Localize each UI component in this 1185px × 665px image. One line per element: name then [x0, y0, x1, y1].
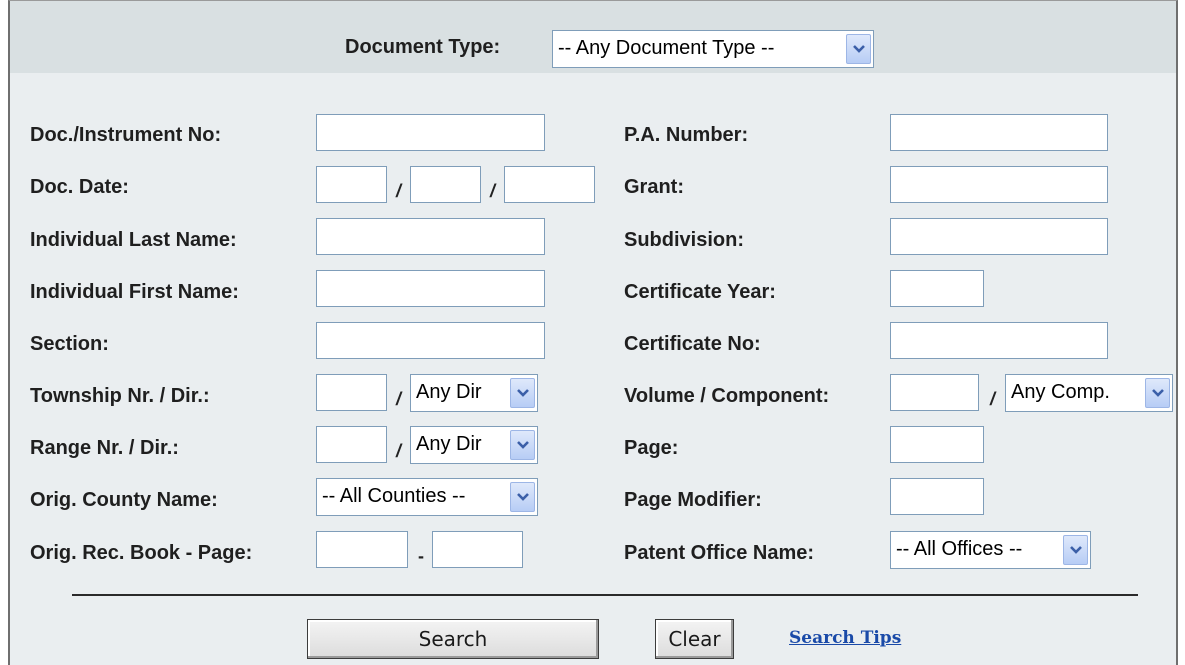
page-modifier-input[interactable]	[890, 478, 984, 515]
certificate-year-label: Certificate Year:	[624, 281, 776, 303]
first-name-label: Individual First Name:	[30, 281, 239, 303]
township-dir-value: Any Dir	[416, 381, 482, 403]
township-dir-select[interactable]: Any Dir	[410, 374, 538, 412]
volume-component-label: Volume / Component:	[624, 385, 830, 407]
county-label: Orig. County Name:	[30, 489, 218, 511]
doc-date-day-input[interactable]	[410, 166, 481, 203]
document-type-value: -- Any Document Type --	[558, 37, 775, 59]
certificate-no-label: Certificate No:	[624, 333, 761, 355]
page-input[interactable]	[890, 426, 984, 463]
subdivision-input[interactable]	[890, 218, 1108, 255]
range-number-input[interactable]	[316, 426, 387, 463]
range-label: Range Nr. / Dir.:	[30, 437, 179, 459]
chevron-down-icon[interactable]	[1145, 378, 1170, 408]
page-modifier-label: Page Modifier:	[624, 489, 762, 511]
chevron-down-icon[interactable]	[1063, 535, 1088, 565]
search-tips-link[interactable]: Search Tips	[789, 628, 901, 648]
document-type-header: Document Type: -- Any Document Type --	[10, 1, 1176, 73]
chevron-down-icon[interactable]	[510, 378, 535, 408]
rec-book-page-label: Orig. Rec. Book - Page:	[30, 542, 253, 564]
township-number-input[interactable]	[316, 374, 387, 411]
subdivision-label: Subdivision:	[624, 229, 744, 251]
search-form-panel: Document Type: -- Any Document Type -- D…	[8, 0, 1178, 665]
pa-number-input[interactable]	[890, 114, 1108, 151]
pa-number-label: P.A. Number:	[624, 124, 749, 146]
county-select[interactable]: -- All Counties --	[316, 478, 538, 516]
component-select[interactable]: Any Comp.	[1005, 374, 1173, 412]
range-dir-select[interactable]: Any Dir	[410, 426, 538, 464]
chevron-down-icon[interactable]	[510, 430, 535, 460]
patent-office-select[interactable]: -- All Offices --	[890, 531, 1091, 569]
patent-office-value: -- All Offices --	[896, 538, 1023, 560]
book-page-dash: -	[418, 546, 424, 566]
range-dir-value: Any Dir	[416, 433, 482, 455]
chevron-down-icon[interactable]	[846, 34, 871, 64]
document-type-select[interactable]: -- Any Document Type --	[552, 30, 874, 68]
last-name-label: Individual Last Name:	[30, 229, 237, 251]
certificate-year-input[interactable]	[890, 270, 984, 307]
certificate-no-input[interactable]	[890, 322, 1108, 359]
search-button[interactable]: Search	[307, 619, 599, 659]
doc-date-year-input[interactable]	[504, 166, 595, 203]
section-input[interactable]	[316, 322, 545, 359]
grant-input[interactable]	[890, 166, 1108, 203]
page-label: Page:	[624, 437, 679, 459]
township-label: Township Nr. / Dir.:	[30, 385, 210, 407]
volume-slash: /	[990, 389, 996, 409]
doc-date-month-input[interactable]	[316, 166, 387, 203]
volume-input[interactable]	[890, 374, 979, 411]
doc-instrument-no-label: Doc./Instrument No:	[30, 124, 222, 146]
date-slash: /	[396, 181, 402, 201]
last-name-input[interactable]	[316, 218, 545, 255]
date-slash: /	[490, 181, 496, 201]
doc-date-label: Doc. Date:	[30, 176, 129, 198]
section-label: Section:	[30, 333, 109, 355]
first-name-input[interactable]	[316, 270, 545, 307]
township-slash: /	[396, 389, 402, 409]
range-slash: /	[396, 441, 402, 461]
patent-office-label: Patent Office Name:	[624, 542, 815, 564]
grant-label: Grant:	[624, 176, 684, 198]
form-divider	[72, 594, 1138, 596]
chevron-down-icon[interactable]	[510, 482, 535, 512]
rec-page-input[interactable]	[432, 531, 523, 568]
clear-button[interactable]: Clear	[655, 619, 734, 659]
document-type-label: Document Type:	[345, 36, 501, 58]
rec-book-input[interactable]	[316, 531, 408, 568]
component-value: Any Comp.	[1011, 381, 1110, 403]
doc-instrument-no-input[interactable]	[316, 114, 545, 151]
county-value: -- All Counties --	[322, 485, 466, 507]
